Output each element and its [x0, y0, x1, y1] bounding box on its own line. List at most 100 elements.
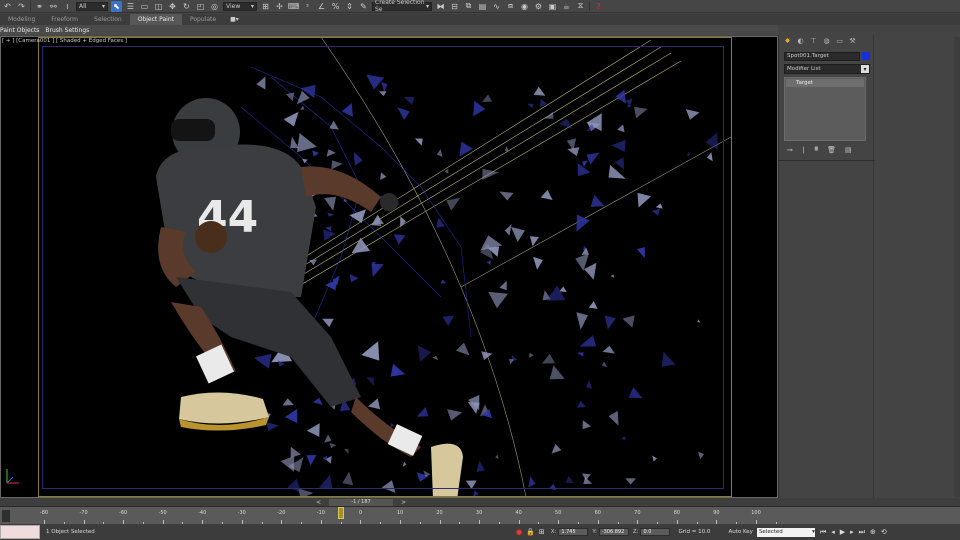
tick-label: 80 [673, 510, 681, 516]
modifier-list-dropdown[interactable]: Modifier List ▾ [784, 64, 870, 74]
object-color-swatch[interactable] [862, 52, 870, 60]
layer-explorer-icon[interactable]: ⧉ [463, 1, 474, 12]
hierarchy-icon[interactable]: ⊤ [809, 37, 818, 46]
object-paint-panel-bar: Paint Objects Brush Settings [0, 25, 778, 35]
track-bar-ruler[interactable]: -80 -70 -60 -50 -40 -30 -20 -10 0 10 20 30 40 50 60 70 8… [14, 507, 777, 525]
reference-coordinate-dropdown[interactable]: View ▾ [223, 1, 257, 11]
rectangular-selection-icon[interactable]: ▭ [139, 1, 150, 12]
render-production-icon[interactable]: ☕ [561, 1, 572, 12]
percent-snap-icon[interactable]: % [330, 1, 341, 12]
modifier-list-label: Modifier List [787, 66, 821, 72]
grid-size-readout: Grid = 10.0 [678, 529, 711, 535]
edit-named-sets-icon[interactable]: ✎ [358, 1, 369, 12]
placement-icon[interactable]: ◎ [209, 1, 220, 12]
bind-space-warp-icon[interactable]: ≀ [62, 1, 73, 12]
create-icon[interactable]: ✸ [783, 37, 792, 46]
configure-modifier-sets-icon[interactable]: ▤ [845, 146, 852, 154]
select-manipulate-icon[interactable]: ✢ [274, 1, 285, 12]
auto-key-button[interactable]: Auto Key [728, 529, 753, 535]
maxscript-listener[interactable] [0, 525, 40, 539]
panel-splitter[interactable] [873, 35, 874, 498]
stack-item-target[interactable]: Target [786, 79, 864, 87]
tab-object-paint[interactable]: Object Paint [129, 14, 182, 25]
orbit-icon[interactable]: ⟲ [881, 528, 887, 536]
object-name-field[interactable]: Spot001.Target [784, 52, 860, 61]
time-slider[interactable]: < -1 / 187 > [0, 498, 960, 506]
ribbon-minimize-toggle[interactable]: ■▾ [224, 16, 239, 23]
viewport-label[interactable]: [ + ] [Camera001 ] [ Shaded + Edged Face… [2, 38, 127, 44]
z-coordinate-field[interactable]: 0.0 [640, 528, 671, 536]
isolate-selection-icon[interactable]: ● [516, 528, 522, 536]
zoom-extents-icon[interactable]: ⊕ [870, 528, 876, 536]
tab-selection[interactable]: Selection [86, 14, 130, 25]
current-frame-indicator[interactable] [338, 507, 344, 519]
render-setup-icon[interactable]: ⚙ [533, 1, 544, 12]
undo-icon[interactable]: ↶ [2, 1, 13, 12]
command-panel-tabs: ✸ ◐ ⊤ ◍ ▭ ⚒ [779, 35, 960, 47]
utilities-icon[interactable]: ⚒ [848, 37, 857, 46]
next-frame-button[interactable]: > [401, 499, 406, 506]
time-slider-handle[interactable]: -1 / 187 [329, 498, 394, 506]
selection-filter-value: All [79, 2, 87, 10]
selection-filter-dropdown[interactable]: All ▾ [76, 1, 108, 11]
scale-icon[interactable]: ◰ [195, 1, 206, 12]
select-object-icon[interactable]: ⬉ [111, 0, 122, 12]
x-coordinate-field[interactable]: 1.745 [558, 528, 589, 536]
selection-lock-icon[interactable]: 🔒 [526, 528, 535, 536]
help-icon[interactable]: ? [593, 1, 604, 12]
paint-objects-panel[interactable]: Paint Objects [0, 27, 39, 34]
window-crossing-icon[interactable]: ◫ [153, 1, 164, 12]
rotate-icon[interactable]: ↻ [181, 1, 192, 12]
x-label: X: [550, 529, 557, 535]
curve-editor-icon[interactable]: ∿ [491, 1, 502, 12]
unlink-icon[interactable]: ⚯ [48, 1, 59, 12]
tab-populate[interactable]: Populate [182, 14, 224, 25]
previous-frame-icon[interactable]: ◂ [831, 528, 835, 536]
render-iterative-icon[interactable]: ⧖ [575, 1, 586, 12]
keyboard-shortcut-override-icon[interactable]: ⌨ [288, 1, 300, 12]
named-selection-sets-dropdown[interactable]: Create Selection Se ▾ [372, 0, 432, 13]
key-filter-dropdown[interactable]: Selected ▾ [756, 527, 815, 537]
snap-3d-icon[interactable]: ᶟ [302, 1, 313, 12]
align-icon[interactable]: ⊟ [449, 1, 460, 12]
go-to-start-icon[interactable]: ⏮ [820, 528, 826, 537]
redo-icon[interactable]: ↷ [16, 1, 27, 12]
camera-viewport[interactable]: [ + ] [Camera001 ] [ Shaded + Edged Face… [0, 36, 778, 498]
graphite-ribbon-icon[interactable]: ▤ [477, 1, 488, 12]
tick-label: 90 [713, 510, 720, 516]
make-unique-icon[interactable]: ⩩ [814, 145, 818, 154]
angle-snap-icon[interactable]: ∠ [316, 1, 327, 12]
chevron-down-icon: ▾ [861, 65, 869, 73]
absolute-mode-icon[interactable]: ⊞ [539, 528, 545, 536]
remove-modifier-icon[interactable]: 🗑 [827, 146, 836, 154]
toolbar-separator [589, 1, 590, 11]
previous-frame-button[interactable]: < [316, 499, 321, 506]
command-panel-scrollbar[interactable] [954, 37, 960, 497]
y-coordinate-field[interactable]: -306.892 [598, 528, 629, 536]
material-editor-icon[interactable]: ◉ [519, 1, 530, 12]
tab-modeling[interactable]: Modeling [0, 14, 43, 25]
select-by-name-icon[interactable]: ☰ [125, 1, 136, 12]
y-label: Y: [592, 529, 597, 535]
move-icon[interactable]: ✥ [167, 1, 178, 12]
pivot-icon[interactable]: ⊞ [260, 1, 271, 12]
track-bar[interactable]: -80 -70 -60 -50 -40 -30 -20 -10 0 10 20 30 40 50 60 70 8… [0, 506, 960, 525]
link-icon[interactable]: ⚭ [34, 1, 45, 12]
show-end-result-icon[interactable]: ∣ [802, 146, 806, 154]
tab-freeform[interactable]: Freeform [43, 14, 86, 25]
pin-stack-icon[interactable]: ⊸ [787, 146, 793, 154]
rendered-frame-window-icon[interactable]: ▣ [547, 1, 558, 12]
motion-icon[interactable]: ◍ [822, 37, 831, 46]
next-frame-icon[interactable]: ▸ [850, 528, 854, 536]
open-mini-curve-editor-button[interactable] [2, 510, 10, 522]
schematic-view-icon[interactable]: ⧈ [505, 1, 516, 12]
spinner-snap-icon[interactable]: ⇕ [344, 1, 355, 12]
axis-tripod-icon [6, 469, 19, 484]
modify-icon[interactable]: ◐ [796, 37, 805, 46]
mirror-icon[interactable]: ⧓ [435, 1, 446, 12]
go-to-end-icon[interactable]: ⏭ [859, 528, 865, 537]
display-icon[interactable]: ▭ [835, 37, 844, 46]
play-icon[interactable]: ▶ [840, 528, 845, 536]
modifier-stack[interactable]: Target [784, 77, 866, 141]
brush-settings-panel[interactable]: Brush Settings [45, 27, 89, 34]
